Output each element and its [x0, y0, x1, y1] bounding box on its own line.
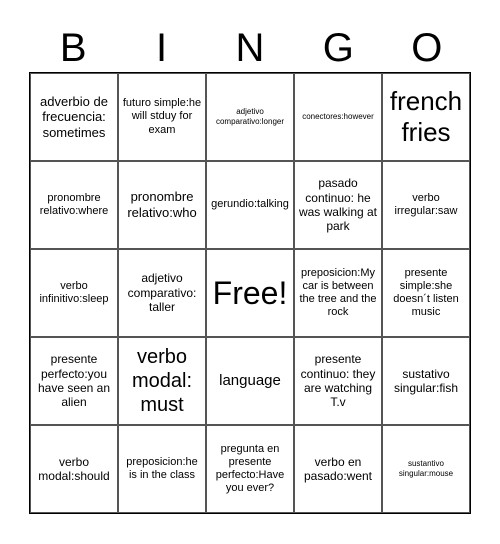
header-letter-o: O	[411, 26, 443, 70]
bingo-cell[interactable]: pronombre relativo:who	[118, 161, 206, 249]
bingo-cell[interactable]: conectores:however	[294, 73, 382, 161]
bingo-cell[interactable]: pasado continuo: he was walking at park	[294, 161, 382, 249]
free-space-cell[interactable]: Free!	[206, 249, 294, 337]
bingo-cell[interactable]: verbo irregular:saw	[382, 161, 470, 249]
bingo-header: B I N G O	[29, 24, 471, 72]
bingo-cell[interactable]: language	[206, 337, 294, 425]
bingo-cell[interactable]: verbo modal:should	[30, 425, 118, 513]
bingo-grid: adverbio de frecuencia: sometimes futuro…	[29, 72, 471, 514]
bingo-cell[interactable]: presente continuo: they are watching T.v	[294, 337, 382, 425]
bingo-cell[interactable]: verbo modal: must	[118, 337, 206, 425]
header-letter-g: G	[322, 26, 354, 70]
header-letter-b: B	[59, 26, 87, 70]
bingo-cell[interactable]: preposicion:he is in the class	[118, 425, 206, 513]
bingo-cell[interactable]: adverbio de frecuencia: sometimes	[30, 73, 118, 161]
bingo-cell[interactable]: pregunta en presente perfecto:Have you e…	[206, 425, 294, 513]
bingo-cell[interactable]: adjetivo comparativo:longer	[206, 73, 294, 161]
bingo-cell[interactable]: adjetivo comparativo: taller	[118, 249, 206, 337]
bingo-cell[interactable]: verbo en pasado:went	[294, 425, 382, 513]
bingo-cell[interactable]: gerundio:talking	[206, 161, 294, 249]
header-letter-n: N	[235, 26, 265, 70]
bingo-cell[interactable]: verbo infinitivo:sleep	[30, 249, 118, 337]
bingo-cell[interactable]: sustantivo singular:mouse	[382, 425, 470, 513]
header-letter-i: I	[156, 26, 168, 70]
bingo-cell[interactable]: futuro simple:he will stduy for exam	[118, 73, 206, 161]
bingo-cell[interactable]: presente simple:she doesn´t listen music	[382, 249, 470, 337]
bingo-cell[interactable]: pronombre relativo:where	[30, 161, 118, 249]
bingo-cell[interactable]: french fries	[382, 73, 470, 161]
bingo-cell[interactable]: presente perfecto:you have seen an alien	[30, 337, 118, 425]
bingo-cell[interactable]: sustativo singular:fish	[382, 337, 470, 425]
bingo-cell[interactable]: preposicion:My car is between the tree a…	[294, 249, 382, 337]
